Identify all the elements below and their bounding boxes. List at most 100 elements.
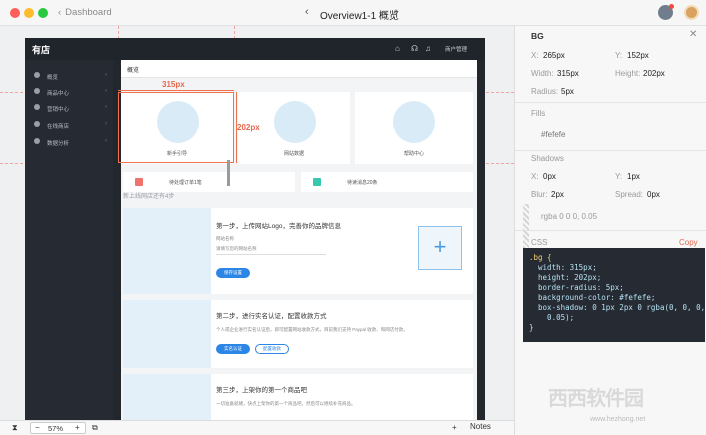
sidebar-item-analytics: 数据分析 › bbox=[25, 134, 113, 150]
notification-avatar-icon[interactable] bbox=[658, 4, 674, 20]
divider bbox=[515, 102, 706, 103]
chart-icon bbox=[34, 138, 40, 144]
back-label: Dashboard bbox=[65, 7, 112, 18]
title-bar: ‹ Dashboard ‹ Overview1-1 概览 › bbox=[0, 0, 706, 26]
zoom-level: 57% bbox=[48, 424, 64, 433]
shadow-y-label: Y: bbox=[615, 172, 623, 181]
save-settings-button[interactable]: 保存设置 bbox=[216, 268, 250, 278]
sidebar-item-label: 数据分析 bbox=[47, 141, 70, 147]
spread-label: Spread: bbox=[615, 190, 644, 199]
spread-value: 0px bbox=[647, 190, 660, 199]
order-icon bbox=[135, 178, 143, 186]
css-close: } bbox=[529, 323, 534, 332]
css-code-block[interactable]: .bg { width: 315px; height: 202px; borde… bbox=[523, 248, 705, 342]
configure-payment-button[interactable]: 配置收款 bbox=[255, 344, 289, 354]
css-line: height: 202px; bbox=[529, 273, 602, 282]
step-description: 个人或企业进行实名认证后，即可配置网站收款方式，目前我们支持 Paypal 收款… bbox=[216, 327, 408, 332]
artboard-title: Overview1-1 概览 bbox=[320, 11, 399, 22]
bell-icon: ♫ bbox=[425, 44, 431, 53]
site-name-input[interactable]: 请填写您的网站名称 bbox=[216, 246, 326, 255]
sidebar-item-label: 商品中心 bbox=[47, 91, 70, 97]
zoom-in-button[interactable]: + bbox=[75, 423, 80, 432]
blur-value: 2px bbox=[551, 190, 564, 199]
sidebar-item-overview: 概览 › bbox=[25, 68, 113, 84]
height-label: Height: bbox=[615, 69, 641, 78]
step-1: 第一步，上传网站Logo，完善你的品牌信息 网站名称 请填写您的网站名称 保存设… bbox=[123, 208, 473, 294]
chevron-right-icon: › bbox=[105, 121, 107, 127]
panel-scroll-handle[interactable] bbox=[523, 204, 529, 248]
mail-icon bbox=[123, 374, 211, 420]
plus-icon: + bbox=[433, 234, 447, 259]
app-sidebar: 概览 › 商品中心 › 营销中心 › 在线商店 › 数据分析 › bbox=[25, 60, 113, 420]
zoom-control: − 57% + bbox=[30, 422, 86, 434]
back-to-dashboard-link[interactable]: ‹ Dashboard bbox=[58, 7, 112, 18]
y-value: 152px bbox=[627, 51, 649, 60]
notes-button[interactable]: Notes bbox=[470, 422, 491, 431]
page-title-bar: 概览 bbox=[121, 60, 477, 78]
header-user-menu: 商户管理 bbox=[445, 47, 468, 53]
measure-gap-marker bbox=[227, 160, 230, 186]
copy-css-button[interactable]: Copy bbox=[679, 238, 698, 247]
step-title: 第三步，上架你的第一个商品吧 bbox=[216, 387, 307, 394]
close-window-button[interactable] bbox=[10, 8, 20, 18]
selection-box[interactable] bbox=[118, 92, 234, 163]
app-logo: 有店 bbox=[32, 45, 51, 55]
chevron-right-icon: › bbox=[105, 72, 107, 78]
hourglass-icon[interactable]: ⧗ bbox=[12, 423, 18, 433]
card-help[interactable]: 帮助中心 bbox=[355, 92, 473, 164]
maximize-window-button[interactable] bbox=[38, 8, 48, 18]
notice-orders[interactable]: 待处理订单1笔 bbox=[123, 172, 295, 192]
field-label: 网站名称 bbox=[216, 236, 234, 241]
css-line: 0.05); bbox=[529, 313, 575, 322]
width-value: 315px bbox=[557, 69, 579, 78]
shadows-heading: Shadows bbox=[531, 154, 564, 163]
chevron-right-icon: › bbox=[105, 88, 107, 94]
upload-logo-button[interactable]: + bbox=[418, 226, 462, 270]
next-artboard-button[interactable]: › bbox=[395, 6, 399, 18]
dashboard-icon bbox=[34, 72, 40, 78]
height-value: 202px bbox=[643, 69, 665, 78]
verify-identity-button[interactable]: 实名认证 bbox=[216, 344, 250, 354]
watermark-brand: 西西软件园 bbox=[548, 388, 644, 410]
chevron-left-icon: ‹ bbox=[305, 6, 309, 18]
css-line: width: 315px; bbox=[529, 263, 597, 272]
step-3: 第三步，上架你的第一个商品吧 一切准备就绪，快点上架你的第一个商品吧，然后可以继… bbox=[123, 374, 473, 420]
minimize-window-button[interactable] bbox=[24, 8, 34, 18]
notice-messages[interactable]: 待读消息20条 bbox=[301, 172, 473, 192]
section-title: 新上线网店还有4步 bbox=[123, 194, 175, 200]
storefront-icon bbox=[123, 208, 211, 294]
radius-value: 5px bbox=[561, 87, 574, 96]
user-avatar[interactable] bbox=[684, 5, 699, 20]
css-line: background-color: #fefefe; bbox=[529, 293, 656, 302]
inspector-panel: BG ✕ X: 265px Y: 152px Width: 315px Heig… bbox=[514, 26, 706, 435]
x-value: 265px bbox=[543, 51, 565, 60]
sidebar-item-marketing: 营销中心 › bbox=[25, 100, 113, 116]
sidebar-item-label: 营销中心 bbox=[47, 107, 70, 113]
css-line: border-radius: 5px; bbox=[529, 283, 624, 292]
bottom-toolbar: ⧗ − 57% + ⧉ + Notes bbox=[0, 420, 514, 435]
fit-screen-icon[interactable]: ⧉ bbox=[92, 423, 98, 433]
notes-label: Notes bbox=[470, 422, 491, 431]
card-label: 网站数据 bbox=[283, 151, 304, 157]
y-label: Y: bbox=[615, 51, 623, 60]
divider bbox=[515, 230, 706, 231]
sidebar-item-store: 在线商店 › bbox=[25, 117, 113, 133]
prev-artboard-button[interactable]: ‹ bbox=[305, 6, 309, 18]
zoom-out-button[interactable]: − bbox=[35, 423, 40, 432]
notice-text: 待读消息20条 bbox=[347, 180, 378, 186]
product-icon bbox=[34, 88, 40, 94]
width-label: Width: bbox=[531, 69, 554, 78]
css-heading: CSS bbox=[531, 238, 548, 247]
close-icon[interactable]: ✕ bbox=[689, 29, 697, 40]
fill-swatch[interactable]: #fefefe bbox=[531, 126, 695, 142]
design-canvas[interactable]: 有店 ⌂ ☊ ♫ 商户管理 概览 › 商品中心 › 营销中心 › 在线商店 › … bbox=[0, 26, 514, 420]
add-note-button[interactable]: + bbox=[452, 423, 457, 432]
shadow-x-value: 0px bbox=[543, 172, 556, 181]
card-label: 帮助中心 bbox=[403, 151, 424, 157]
shadow-color-value: rgba 0 0 0, 0.05 bbox=[541, 212, 598, 221]
artboard: 有店 ⌂ ☊ ♫ 商户管理 概览 › 商品中心 › 营销中心 › 在线商店 › … bbox=[25, 38, 485, 420]
measure-width-line bbox=[118, 90, 234, 91]
measure-height-label: 202px bbox=[237, 123, 260, 132]
app-header: 有店 ⌂ ☊ ♫ 商户管理 bbox=[25, 38, 485, 60]
x-label: X: bbox=[531, 51, 539, 60]
